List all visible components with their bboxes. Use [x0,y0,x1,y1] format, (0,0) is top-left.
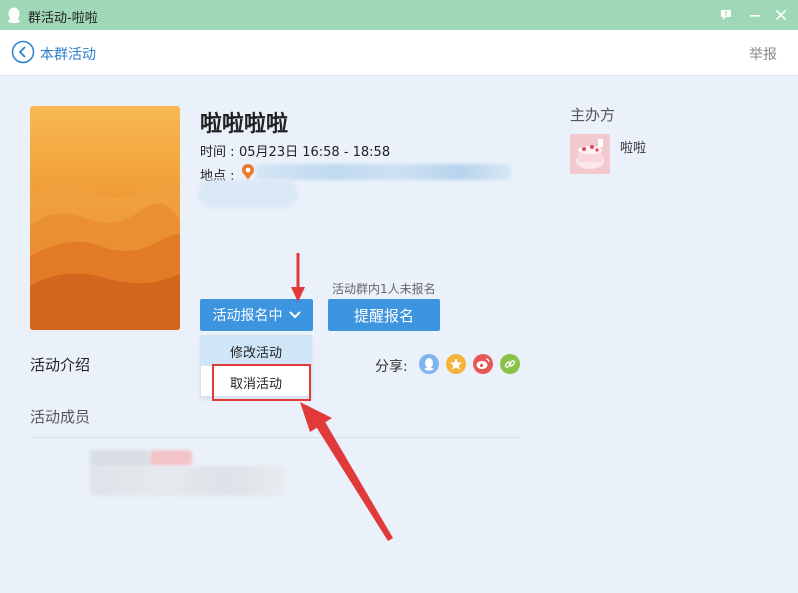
blurred-location-extra [198,180,298,208]
event-time-label: 时间 : [200,145,235,160]
signup-status-label: 活动报名中 [212,308,283,324]
remind-signup-button[interactable]: 提醒报名 [328,299,440,331]
nav-bar: 本群活动 举报 [0,30,798,76]
event-intro-heading: 活动介绍 [30,356,91,374]
event-members-heading: 活动成员 [30,408,91,426]
link-icon [504,360,516,368]
qzone-star-icon [450,358,462,370]
share-label: 分享: [375,359,408,375]
share-qq-icon[interactable] [419,354,439,374]
back-circle-icon[interactable] [11,40,35,64]
window-titlebar: 群活动-啦啦 [0,0,798,30]
remind-hint-text: 活动群内1人未报名 [332,282,436,296]
event-cover-image [30,106,180,330]
share-link-icon[interactable] [500,354,520,374]
close-button[interactable] [771,5,791,25]
cake-image [570,134,610,174]
menu-item-edit-event[interactable]: 修改活动 [201,336,311,366]
back-link[interactable]: 本群活动 [40,44,96,64]
minimize-button[interactable] [745,5,765,25]
close-icon [775,9,787,21]
feedback-button[interactable] [716,5,736,25]
host-avatar[interactable] [570,134,610,174]
location-pin-icon [242,164,254,180]
event-title: 啦啦啦啦 [200,112,289,137]
share-qzone-icon[interactable] [446,354,466,374]
signup-status-dropdown[interactable]: 活动报名中 [200,299,313,331]
weibo-icon [476,358,490,369]
blurred-member-avatar [150,450,192,466]
annotation-highlight-box [212,364,311,401]
host-name: 啦啦 [620,141,647,156]
qq-icon [424,358,434,371]
mountain-landscape [30,177,180,330]
arrow-pointing-up-left [300,402,393,541]
chevron-down-icon [288,311,301,319]
arrow-pointing-down [291,253,305,302]
host-heading: 主办方 [570,106,616,124]
qq-penguin-icon [8,7,20,24]
minimize-icon [750,15,760,17]
members-divider [30,437,522,438]
window-title: 群活动-啦啦 [28,11,98,26]
blurred-member-row [90,466,285,496]
event-time-value: 05月23日 16:58 - 18:58 [239,145,391,160]
share-weibo-icon[interactable] [473,354,493,374]
report-link[interactable]: 举报 [749,44,777,64]
feedback-icon [721,10,731,20]
blurred-location [256,164,511,180]
